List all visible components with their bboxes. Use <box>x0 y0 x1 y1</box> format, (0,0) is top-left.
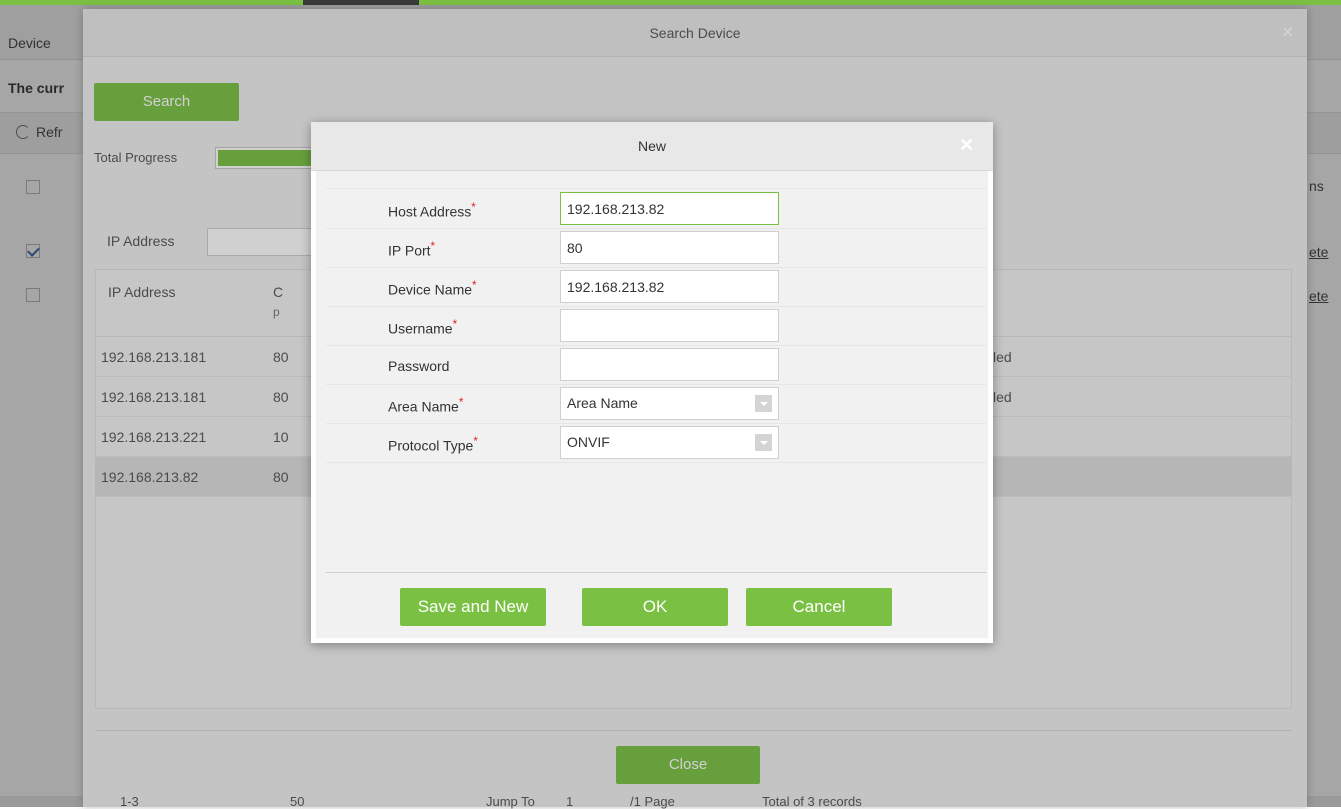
username-input[interactable] <box>560 309 779 342</box>
protocol-type-select[interactable]: ONVIF <box>560 426 779 459</box>
protocol-type-value: ONVIF <box>567 434 610 450</box>
area-name-label: Area Name* <box>388 396 464 415</box>
protocol-type-label: Protocol Type* <box>388 435 478 454</box>
row-divider <box>326 188 986 189</box>
save-and-new-button[interactable]: Save and New <box>400 588 546 626</box>
password-label: Password <box>388 358 450 374</box>
new-dialog-title: New <box>637 138 666 154</box>
row-divider <box>326 267 986 268</box>
new-device-dialog: New ✕ Host Address* IP Port* Device Name… <box>311 122 993 643</box>
chevron-down-icon[interactable] <box>755 395 772 412</box>
row-divider <box>326 423 986 424</box>
device-name-label: Device Name* <box>388 279 477 298</box>
dialog-footer-divider <box>326 572 986 573</box>
ok-button[interactable]: OK <box>582 588 728 626</box>
ip-port-input[interactable] <box>560 231 779 264</box>
chevron-down-icon[interactable] <box>755 434 772 451</box>
host-address-label: Host Address* <box>388 201 476 220</box>
row-divider <box>326 228 986 229</box>
ip-port-label: IP Port* <box>388 240 436 259</box>
row-divider <box>326 462 986 463</box>
area-name-select[interactable]: Area Name <box>560 387 779 420</box>
host-address-input[interactable] <box>560 192 779 225</box>
new-dialog-body: Host Address* IP Port* Device Name* User… <box>316 171 988 638</box>
device-name-input[interactable] <box>560 270 779 303</box>
new-dialog-header: New ✕ <box>311 122 993 171</box>
row-divider <box>326 306 986 307</box>
area-name-value: Area Name <box>567 395 638 411</box>
row-divider <box>326 345 986 346</box>
password-input[interactable] <box>560 348 779 381</box>
close-icon[interactable]: ✕ <box>959 135 974 156</box>
row-divider <box>326 384 986 385</box>
cancel-button[interactable]: Cancel <box>746 588 892 626</box>
username-label: Username* <box>388 318 458 337</box>
